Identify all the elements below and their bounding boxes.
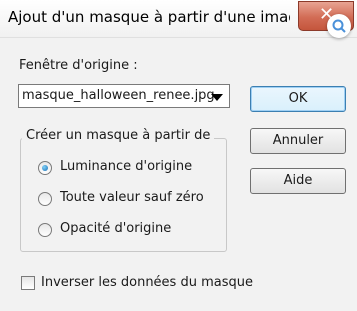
radio-luminance-label[interactable]: Luminance d'origine [60,159,192,174]
mask-source-group-title: Créer un masque à partir de [22,128,215,143]
radio-selected-dot [42,165,48,171]
radio-opacity-label[interactable]: Opacité d'origine [60,221,171,236]
source-select-value: masque_halloween_renee.jpg [22,88,215,103]
window-title: Ajout d'un masque à partir d'une image [8,8,290,26]
radio-nonzero-label[interactable]: Toute valeur sauf zéro [60,190,204,205]
invert-label[interactable]: Inverser les données du masque [41,275,253,290]
title-bar: Ajout d'un masque à partir d'une image ✕ [0,0,357,38]
radio-opacity[interactable] [38,223,52,237]
source-label: Fenêtre d'origine : [19,58,138,73]
source-select[interactable]: masque_halloween_renee.jpg [18,84,230,108]
invert-checkbox[interactable] [21,276,35,290]
help-button[interactable]: Aide [250,168,346,194]
radio-nonzero[interactable] [38,192,52,206]
magnifier-icon[interactable] [327,14,351,38]
chevron-down-icon [211,94,223,101]
cancel-button[interactable]: Annuler [250,128,346,154]
radio-luminance[interactable] [38,161,52,175]
ok-button[interactable]: OK [250,86,346,112]
